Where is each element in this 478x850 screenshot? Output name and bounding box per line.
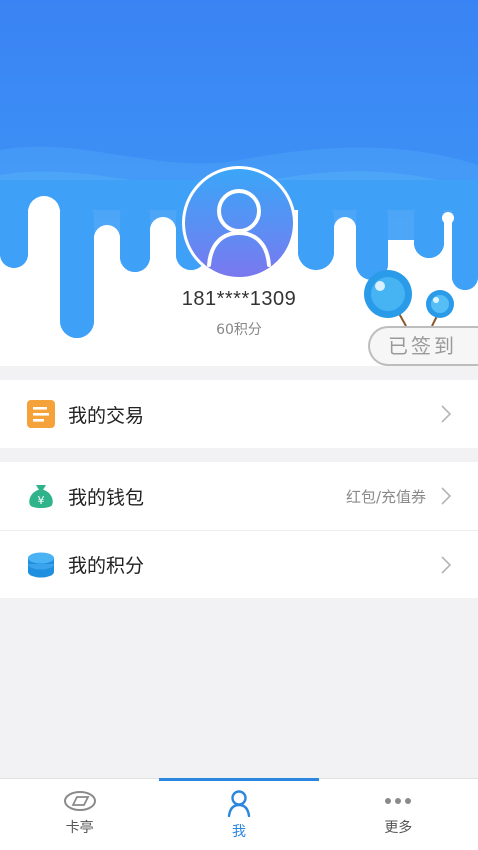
document-icon <box>27 400 55 428</box>
tab-more[interactable]: 更多 <box>319 779 478 850</box>
svg-text:¥: ¥ <box>38 494 45 507</box>
wallet-hint: 红包/充值券 <box>345 487 426 506</box>
user-silhouette-icon <box>207 189 271 267</box>
tab-label: 卡亭 <box>65 820 94 836</box>
menu-group-assets: ¥ 我的钱包 红包/充值券 我的积分 <box>0 462 478 598</box>
chevron-right-icon <box>441 487 452 505</box>
menu-item-label: 我的积分 <box>68 555 145 577</box>
bottom-tab-bar: 卡亭 我 更多 <box>0 778 478 850</box>
card-kiosk-icon <box>63 791 96 811</box>
balloon-decoration-icon <box>364 270 454 327</box>
chevron-right-icon <box>441 405 452 423</box>
tab-kating[interactable]: 卡亭 <box>0 779 159 850</box>
more-dots-icon <box>385 798 412 804</box>
chevron-right-icon <box>441 556 452 574</box>
menu-group-trade: 我的交易 <box>0 380 478 448</box>
menu-item-my-points[interactable]: 我的积分 <box>0 530 478 598</box>
active-tab-indicator <box>159 778 319 781</box>
profile-header: 181****1309 60积分 已签到 <box>0 0 478 366</box>
tab-me[interactable]: 我 <box>159 778 319 850</box>
menu-item-label: 我的钱包 <box>68 486 145 509</box>
avatar[interactable] <box>182 166 296 280</box>
money-bag-icon: ¥ <box>29 485 53 508</box>
user-icon <box>227 790 251 817</box>
tab-label: 我 <box>231 824 246 840</box>
menu-item-my-wallet[interactable]: ¥ 我的钱包 红包/充值券 <box>0 462 478 530</box>
tab-label: 更多 <box>384 820 413 836</box>
menu-item-my-trades[interactable]: 我的交易 <box>0 380 478 448</box>
signin-status-button[interactable]: 已签到 <box>368 326 478 366</box>
menu-item-label: 我的交易 <box>68 404 145 427</box>
coin-stack-icon <box>28 552 54 577</box>
